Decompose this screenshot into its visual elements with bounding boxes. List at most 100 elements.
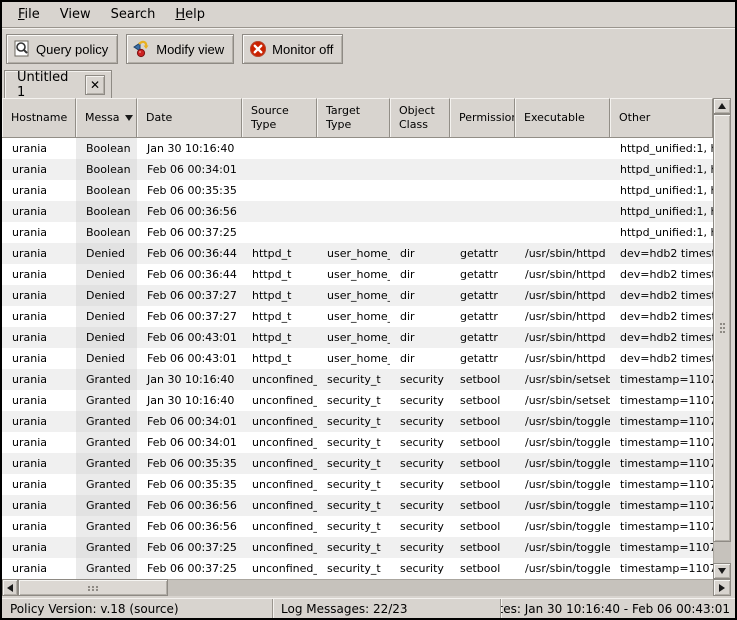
table-row[interactable]: uraniaDeniedFeb 06 00:43:01httpd_tuser_h… [2, 348, 713, 369]
column-header-label: Other [619, 111, 650, 125]
close-icon: ✕ [90, 79, 100, 91]
scroll-left-button[interactable] [2, 579, 18, 596]
cell [242, 201, 317, 222]
cell: /usr/sbin/httpd [515, 264, 610, 285]
table-row[interactable]: uraniaGrantedJan 30 10:16:40unconfined_s… [2, 369, 713, 390]
column-header-object-class[interactable]: Object Class [390, 98, 450, 138]
menu-file[interactable]: File [8, 4, 50, 25]
cell: setbool [450, 432, 515, 453]
cell: httpd_t [242, 348, 317, 369]
scroll-up-button[interactable] [713, 98, 731, 114]
cell [515, 222, 610, 243]
menu-search[interactable]: Search [101, 4, 166, 25]
cell: Feb 06 00:36:56 [137, 495, 242, 516]
table-row[interactable]: uraniaGrantedFeb 06 00:37:25unconfined_s… [2, 558, 713, 579]
cell: security [390, 390, 450, 411]
cell: urania [2, 159, 76, 180]
cell: unconfined_ [242, 369, 317, 390]
cell: security [390, 495, 450, 516]
cell: /usr/sbin/toggle [515, 516, 610, 537]
cell: Feb 06 00:34:01 [137, 159, 242, 180]
monitor-off-button[interactable]: Monitor off [242, 34, 343, 64]
table-row[interactable]: uraniaDeniedFeb 06 00:37:27httpd_tuser_h… [2, 306, 713, 327]
column-header-label: Date [146, 111, 172, 125]
table-row[interactable]: uraniaGrantedFeb 06 00:35:35unconfined_s… [2, 474, 713, 495]
column-header-permission[interactable]: Permission [450, 98, 515, 138]
table-row[interactable]: uraniaBooleanFeb 06 00:36:56httpd_unifie… [2, 201, 713, 222]
cell: setbool [450, 474, 515, 495]
cell: httpd_t [242, 327, 317, 348]
cell: dev=hdb2 timesta [610, 243, 713, 264]
column-header-label: Messa [85, 111, 119, 125]
cell: setbool [450, 558, 515, 579]
table-row[interactable]: uraniaDeniedFeb 06 00:36:44httpd_tuser_h… [2, 264, 713, 285]
cell: Granted [76, 558, 137, 579]
table-row[interactable]: uraniaGrantedFeb 06 00:35:35unconfined_s… [2, 453, 713, 474]
cell: Granted [76, 411, 137, 432]
table-row[interactable]: uraniaDeniedFeb 06 00:36:44httpd_tuser_h… [2, 243, 713, 264]
column-header-source-type[interactable]: Source Type [242, 98, 317, 138]
tab-close-button[interactable]: ✕ [85, 75, 105, 95]
cell [242, 180, 317, 201]
tab-untitled-1[interactable]: Untitled 1 ✕ [4, 70, 112, 98]
column-header-other[interactable]: Other [610, 98, 713, 138]
cell: getattr [450, 264, 515, 285]
cell: security [390, 411, 450, 432]
cell: dev=hdb2 timesta [610, 348, 713, 369]
table-row[interactable]: uraniaGrantedJan 30 10:16:40unconfined_s… [2, 390, 713, 411]
vertical-scrollbar-thumb[interactable] [713, 114, 731, 542]
cell [450, 201, 515, 222]
cell [515, 138, 610, 159]
table-row[interactable]: uraniaBooleanFeb 06 00:37:25httpd_unifie… [2, 222, 713, 243]
menu-view[interactable]: View [50, 4, 101, 25]
column-header-hostname[interactable]: Hostname [2, 98, 76, 138]
cell: Feb 06 00:36:56 [137, 201, 242, 222]
table-row[interactable]: uraniaDeniedFeb 06 00:37:27httpd_tuser_h… [2, 285, 713, 306]
table-row[interactable]: uraniaGrantedFeb 06 00:37:25unconfined_s… [2, 537, 713, 558]
table-row[interactable]: uraniaDeniedFeb 06 00:43:01httpd_tuser_h… [2, 327, 713, 348]
table-row[interactable]: uraniaGrantedFeb 06 00:36:56unconfined_s… [2, 495, 713, 516]
scroll-down-button[interactable] [713, 563, 731, 579]
cell: Feb 06 00:43:01 [137, 348, 242, 369]
cell: httpd_unified:1, ht [610, 222, 713, 243]
column-header-messa[interactable]: Messa [76, 98, 137, 138]
horizontal-scrollbar-thumb[interactable] [18, 579, 168, 596]
cell: getattr [450, 243, 515, 264]
table-row[interactable]: uraniaBooleanJan 30 10:16:40httpd_unifie… [2, 138, 713, 159]
table-row[interactable]: uraniaBooleanFeb 06 00:34:01httpd_unifie… [2, 159, 713, 180]
cell: /usr/sbin/toggle [515, 474, 610, 495]
table-row[interactable]: uraniaGrantedFeb 06 00:36:56unconfined_s… [2, 516, 713, 537]
cell: urania [2, 201, 76, 222]
table-row[interactable]: uraniaGrantedFeb 06 00:34:01unconfined_s… [2, 432, 713, 453]
menu-help[interactable]: Help [165, 4, 215, 25]
column-header-target-type[interactable]: Target Type [317, 98, 390, 138]
cell: user_home_ [317, 285, 390, 306]
cell: httpd_unified:1, ht [610, 138, 713, 159]
column-header-date[interactable]: Date [137, 98, 242, 138]
query-policy-button[interactable]: Query policy [6, 34, 118, 64]
cell: Jan 30 10:16:40 [137, 138, 242, 159]
cell: setbool [450, 453, 515, 474]
dates-status: Dates: Jan 30 10:16:40 - Feb 06 00:43:01 [500, 599, 735, 618]
table-row[interactable]: uraniaGrantedFeb 06 00:34:01unconfined_s… [2, 411, 713, 432]
cell: Granted [76, 495, 137, 516]
cell: dev=hdb2 timesta [610, 327, 713, 348]
cell: unconfined_ [242, 537, 317, 558]
cell: security [390, 516, 450, 537]
column-header-executable[interactable]: Executable [515, 98, 610, 138]
cell: urania [2, 138, 76, 159]
cell: Feb 06 00:36:56 [137, 516, 242, 537]
scroll-right-button[interactable] [713, 579, 731, 596]
cell: Denied [76, 264, 137, 285]
cell: getattr [450, 327, 515, 348]
modify-view-label: Modify view [156, 42, 224, 57]
cell: Feb 06 00:34:01 [137, 432, 242, 453]
cell: /usr/sbin/toggle [515, 411, 610, 432]
cell: user_home_ [317, 243, 390, 264]
table-row[interactable]: uraniaBooleanFeb 06 00:35:35httpd_unifie… [2, 180, 713, 201]
cell: /usr/sbin/toggle [515, 453, 610, 474]
cell: Feb 06 00:35:35 [137, 474, 242, 495]
cell [242, 159, 317, 180]
cell: getattr [450, 306, 515, 327]
modify-view-button[interactable]: Modify view [126, 34, 234, 64]
